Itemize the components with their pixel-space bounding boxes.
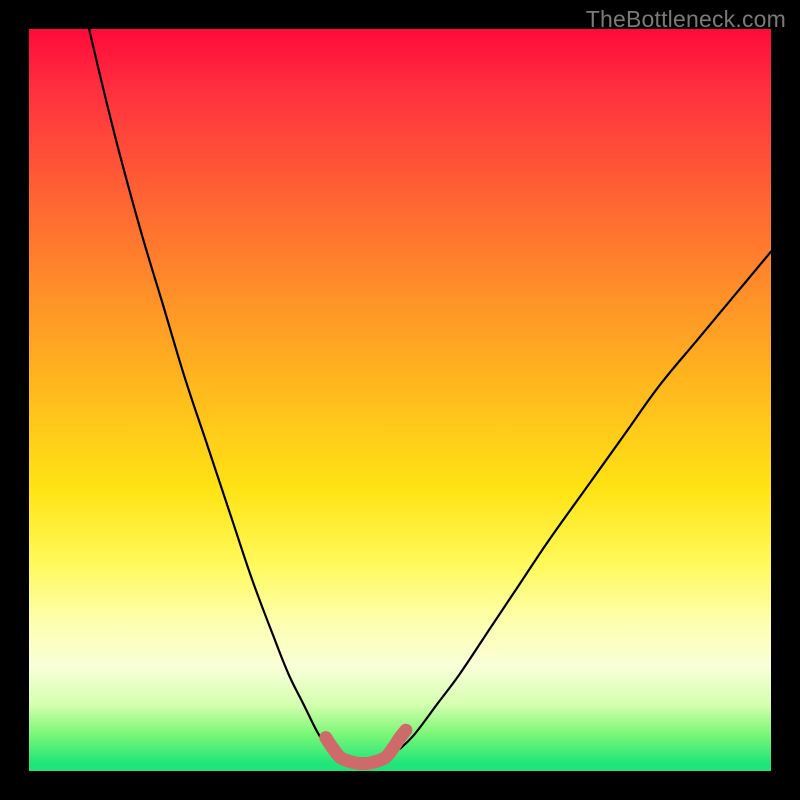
plot-area xyxy=(29,29,771,771)
curve-left-branch xyxy=(89,29,329,749)
chart-frame: TheBottleneck.com xyxy=(0,0,800,800)
curve-trough-highlight xyxy=(326,730,406,763)
curve-right-branch xyxy=(400,252,771,749)
chart-svg xyxy=(29,29,771,771)
